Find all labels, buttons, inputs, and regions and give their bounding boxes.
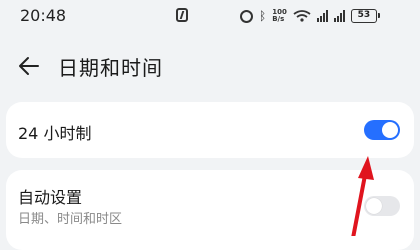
toggle-knob: [366, 198, 382, 214]
setting-auto-sublabel: 日期、时间和时区: [18, 212, 123, 227]
nfc-icon: [176, 8, 188, 22]
setting-auto-label: 自动设置: [18, 188, 83, 207]
auto-set-toggle[interactable]: [364, 196, 400, 216]
network-speed: 100 B/s: [272, 9, 287, 23]
status-bar: 20:48 ᛒ 100 B/s 53: [0, 0, 420, 34]
setting-24-hour-label: 24 小时制: [18, 124, 92, 143]
alarm-icon: [240, 9, 253, 23]
battery-icon: 53: [350, 9, 380, 23]
signal-icon-2: [333, 10, 345, 22]
wifi-icon: [293, 10, 311, 22]
status-time: 20:48: [20, 6, 67, 25]
signal-icon: [316, 10, 328, 22]
24-hour-toggle[interactable]: [364, 120, 400, 140]
bluetooth-icon: ᛒ: [259, 9, 267, 23]
toggle-knob: [382, 122, 398, 138]
setting-24-hour[interactable]: 24 小时制: [6, 102, 414, 158]
arrow-left-icon[interactable]: [16, 54, 42, 78]
status-icons: ᛒ 100 B/s 53: [240, 6, 380, 26]
page-title: 日期和时间: [58, 56, 163, 80]
network-speed-unit: B/s: [272, 15, 285, 23]
setting-auto[interactable]: 自动设置 日期、时间和时区: [6, 170, 414, 250]
